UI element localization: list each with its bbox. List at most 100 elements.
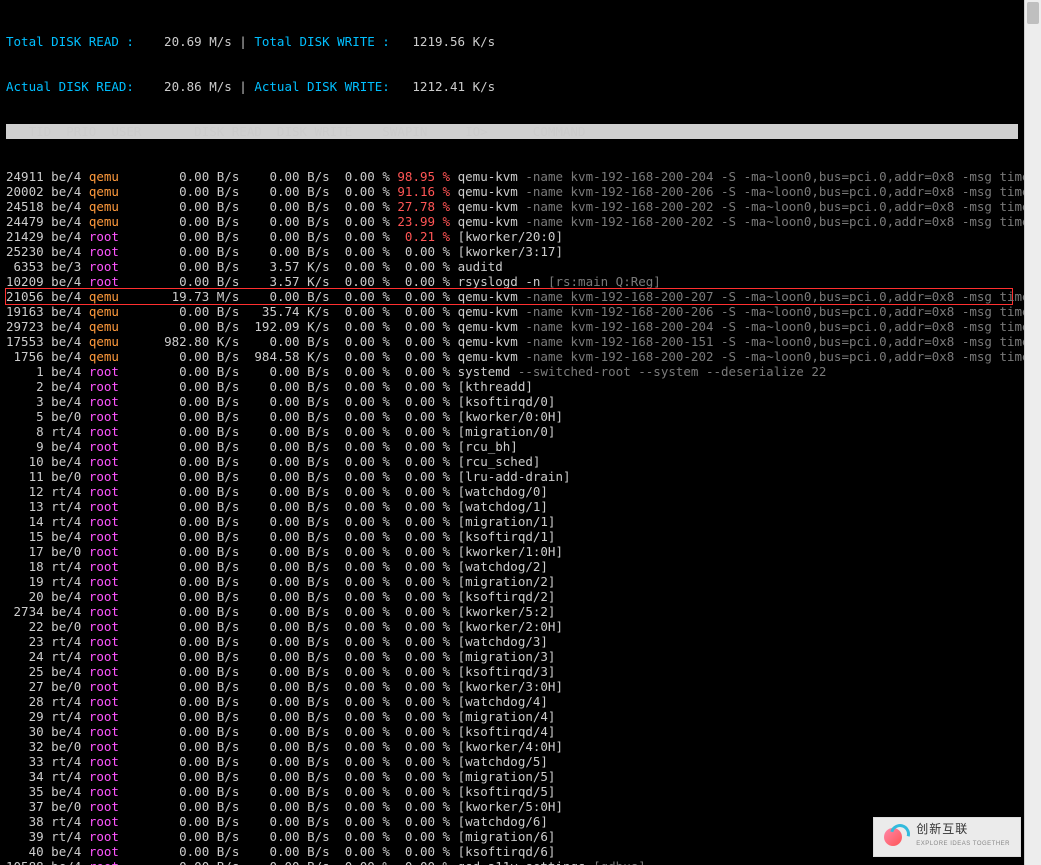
disk-write-cell: 0.00 B/s [239,679,329,694]
process-row[interactable]: 10 be/4 root 0.00 B/s 0.00 B/s 0.00 % 0.… [6,454,1018,469]
process-row[interactable]: 23 rt/4 root 0.00 B/s 0.00 B/s 0.00 % 0.… [6,634,1018,649]
io-cell: 0.00 % [390,409,450,424]
swapin-cell: 0.00 % [330,829,390,844]
user-cell: root [89,799,149,814]
command-cell: [ksoftirqd/0] [458,394,556,409]
tid-cell: 10588 [6,859,44,865]
tid-cell: 37 [6,799,44,814]
process-row[interactable]: 38 rt/4 root 0.00 B/s 0.00 B/s 0.00 % 0.… [6,814,1018,829]
prio-cell: rt/4 [51,814,81,829]
swapin-cell: 0.00 % [330,694,390,709]
process-row[interactable]: 25 be/4 root 0.00 B/s 0.00 B/s 0.00 % 0.… [6,664,1018,679]
process-row[interactable]: 34 rt/4 root 0.00 B/s 0.00 B/s 0.00 % 0.… [6,769,1018,784]
vertical-scrollbar[interactable] [1024,0,1041,865]
process-row[interactable]: 17553 be/4 qemu 982.80 K/s 0.00 B/s 0.00… [6,334,1018,349]
scroll-thumb[interactable] [1027,2,1039,24]
tid-cell: 1756 [6,349,44,364]
process-row[interactable]: 6353 be/3 root 0.00 B/s 3.57 K/s 0.00 % … [6,259,1018,274]
process-row[interactable]: 21429 be/4 root 0.00 B/s 0.00 B/s 0.00 %… [6,229,1018,244]
process-row[interactable]: 14 rt/4 root 0.00 B/s 0.00 B/s 0.00 % 0.… [6,514,1018,529]
disk-write-cell: 0.00 B/s [239,859,329,865]
disk-write-cell: 0.00 B/s [239,439,329,454]
swapin-cell: 0.00 % [330,724,390,739]
process-row[interactable]: 1756 be/4 qemu 0.00 B/s 984.58 K/s 0.00 … [6,349,1018,364]
io-cell: 0.00 % [390,349,450,364]
process-row[interactable]: 25230 be/4 root 0.00 B/s 0.00 B/s 0.00 %… [6,244,1018,259]
process-row[interactable]: 1 be/4 root 0.00 B/s 0.00 B/s 0.00 % 0.0… [6,364,1018,379]
process-row[interactable]: 28 rt/4 root 0.00 B/s 0.00 B/s 0.00 % 0.… [6,694,1018,709]
process-row[interactable]: 33 rt/4 root 0.00 B/s 0.00 B/s 0.00 % 0.… [6,754,1018,769]
disk-write-cell: 0.00 B/s [239,484,329,499]
process-row[interactable]: 29723 be/4 qemu 0.00 B/s 192.09 K/s 0.00… [6,319,1018,334]
swapin-cell: 0.00 % [330,199,390,214]
io-cell: 0.00 % [390,469,450,484]
process-row[interactable]: 30 be/4 root 0.00 B/s 0.00 B/s 0.00 % 0.… [6,724,1018,739]
swapin-cell: 0.00 % [330,754,390,769]
process-row[interactable]: 32 be/0 root 0.00 B/s 0.00 B/s 0.00 % 0.… [6,739,1018,754]
process-row[interactable]: 18 rt/4 root 0.00 B/s 0.00 B/s 0.00 % 0.… [6,559,1018,574]
iotop-terminal[interactable]: Total DISK READ : 20.69 M/s | Total DISK… [0,0,1024,865]
disk-write-cell: 0.00 B/s [239,364,329,379]
process-row[interactable]: 15 be/4 root 0.00 B/s 0.00 B/s 0.00 % 0.… [6,529,1018,544]
process-row[interactable]: 24479 be/4 qemu 0.00 B/s 0.00 B/s 0.00 %… [6,214,1018,229]
process-row[interactable]: 37 be/0 root 0.00 B/s 0.00 B/s 0.00 % 0.… [6,799,1018,814]
swapin-cell: 0.00 % [330,634,390,649]
process-row[interactable]: 21056 be/4 qemu 19.73 M/s 0.00 B/s 0.00 … [5,288,1013,305]
disk-read-cell: 0.00 B/s [149,679,239,694]
prio-cell: be/4 [51,439,81,454]
process-row[interactable]: 10209 be/4 root 0.00 B/s 3.57 K/s 0.00 %… [6,274,1018,289]
column-headers[interactable]: TID PRIO USER DISK READ DISK WRITE SWAPI… [6,124,1018,139]
user-cell: root [89,439,149,454]
process-row[interactable]: 19 rt/4 root 0.00 B/s 0.00 B/s 0.00 % 0.… [6,574,1018,589]
process-row[interactable]: 9 be/4 root 0.00 B/s 0.00 B/s 0.00 % 0.0… [6,439,1018,454]
process-row[interactable]: 11 be/0 root 0.00 B/s 0.00 B/s 0.00 % 0.… [6,469,1018,484]
tid-cell: 25 [6,664,44,679]
disk-write-cell: 0.00 B/s [239,289,329,304]
io-cell: 0.00 % [390,514,450,529]
process-row[interactable]: 29 rt/4 root 0.00 B/s 0.00 B/s 0.00 % 0.… [6,709,1018,724]
process-row[interactable]: 3 be/4 root 0.00 B/s 0.00 B/s 0.00 % 0.0… [6,394,1018,409]
process-row[interactable]: 10588 be/4 root 0.00 B/s 0.00 B/s 0.00 %… [6,859,1018,865]
process-row[interactable]: 22 be/0 root 0.00 B/s 0.00 B/s 0.00 % 0.… [6,619,1018,634]
process-row[interactable]: 19163 be/4 qemu 0.00 B/s 35.74 K/s 0.00 … [6,304,1018,319]
process-row[interactable]: 24911 be/4 qemu 0.00 B/s 0.00 B/s 0.00 %… [6,169,1018,184]
process-row[interactable]: 24518 be/4 qemu 0.00 B/s 0.00 B/s 0.00 %… [6,199,1018,214]
process-row[interactable]: 5 be/0 root 0.00 B/s 0.00 B/s 0.00 % 0.0… [6,409,1018,424]
process-row[interactable]: 8 rt/4 root 0.00 B/s 0.00 B/s 0.00 % 0.0… [6,424,1018,439]
process-row[interactable]: 2 be/4 root 0.00 B/s 0.00 B/s 0.00 % 0.0… [6,379,1018,394]
swapin-cell: 0.00 % [330,559,390,574]
process-row[interactable]: 17 be/0 root 0.00 B/s 0.00 B/s 0.00 % 0.… [6,544,1018,559]
io-cell: 0.00 % [390,814,450,829]
process-row[interactable]: 39 rt/4 root 0.00 B/s 0.00 B/s 0.00 % 0.… [6,829,1018,844]
process-row[interactable]: 24 rt/4 root 0.00 B/s 0.00 B/s 0.00 % 0.… [6,649,1018,664]
process-row[interactable]: 40 be/4 root 0.00 B/s 0.00 B/s 0.00 % 0.… [6,844,1018,859]
process-row[interactable]: 13 rt/4 root 0.00 B/s 0.00 B/s 0.00 % 0.… [6,499,1018,514]
user-cell: root [89,619,149,634]
process-row[interactable]: 35 be/4 root 0.00 B/s 0.00 B/s 0.00 % 0.… [6,784,1018,799]
process-row[interactable]: 20002 be/4 qemu 0.00 B/s 0.00 B/s 0.00 %… [6,184,1018,199]
command-cell: [kworker/5:0H] [458,799,563,814]
swapin-cell: 0.00 % [330,259,390,274]
user-cell: root [89,829,149,844]
disk-read-cell: 0.00 B/s [149,424,239,439]
disk-read-cell: 0.00 B/s [149,844,239,859]
process-row[interactable]: 20 be/4 root 0.00 B/s 0.00 B/s 0.00 % 0.… [6,589,1018,604]
command-cell: [migration/6] [458,829,556,844]
swapin-cell: 0.00 % [330,859,390,865]
io-cell: 0.00 % [390,274,450,289]
command-cell: [ksoftirqd/6] [458,844,556,859]
swapin-cell: 0.00 % [330,544,390,559]
process-row[interactable]: 12 rt/4 root 0.00 B/s 0.00 B/s 0.00 % 0.… [6,484,1018,499]
tid-cell: 3 [6,394,44,409]
process-row[interactable]: 27 be/0 root 0.00 B/s 0.00 B/s 0.00 % 0.… [6,679,1018,694]
swapin-cell: 0.00 % [330,274,390,289]
user-cell: qemu [89,319,149,334]
disk-read-cell: 0.00 B/s [149,529,239,544]
process-row[interactable]: 2734 be/4 root 0.00 B/s 0.00 B/s 0.00 % … [6,604,1018,619]
disk-write-cell: 0.00 B/s [239,604,329,619]
tid-cell: 34 [6,769,44,784]
tid-cell: 10 [6,454,44,469]
command-cell: [lru-add-drain] [458,469,571,484]
command-cell: [ksoftirqd/4] [458,724,556,739]
swapin-cell: 0.00 % [330,304,390,319]
